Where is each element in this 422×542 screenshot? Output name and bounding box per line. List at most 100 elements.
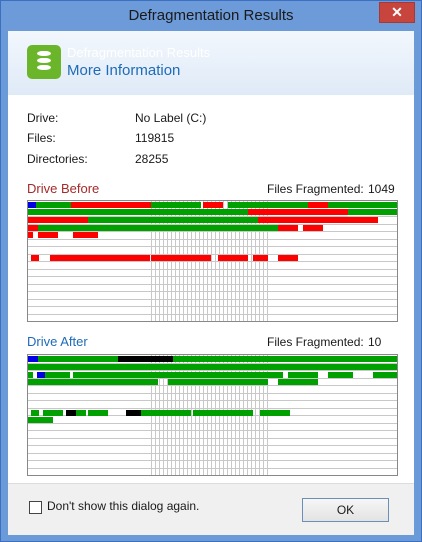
cluster-block [318, 209, 348, 215]
database-disk-icon [27, 45, 61, 79]
map-grid-line [28, 291, 397, 292]
cluster-block [28, 356, 38, 362]
map-grid-line [28, 385, 397, 386]
cluster-block [218, 255, 248, 261]
cluster-block [28, 364, 397, 370]
cluster-block [203, 202, 223, 208]
cluster-block [328, 372, 353, 378]
cluster-block [88, 410, 108, 416]
cluster-block [148, 209, 248, 215]
cluster-block [328, 217, 378, 223]
map-grid-line [28, 407, 397, 409]
window-title: Defragmentation Results [128, 7, 294, 24]
header-title: More Information [67, 62, 181, 79]
cluster-block [88, 217, 148, 223]
cluster-block [348, 209, 397, 215]
map-grid-line [28, 276, 397, 277]
map-grid-line [28, 437, 397, 439]
dialog-footer: Don't show this dialog again. OK [8, 483, 414, 535]
cluster-block [153, 372, 283, 378]
map-grid-line [28, 246, 397, 247]
cluster-block [28, 232, 33, 238]
before-frag-value: 1049 [368, 182, 395, 196]
map-grid-line [28, 422, 397, 424]
map-grid-line [28, 392, 397, 394]
cluster-block [73, 372, 153, 378]
map-grid-line [28, 306, 397, 307]
cluster-block [71, 202, 151, 208]
cluster-block [36, 202, 71, 208]
files-value: 119815 [135, 131, 175, 145]
files-label: Files: [27, 131, 56, 145]
dont-show-label[interactable]: Don't show this dialog again. [47, 499, 199, 513]
cluster-block [260, 410, 290, 416]
cluster-block [38, 225, 138, 231]
drive-after-map [27, 354, 398, 476]
cluster-block [38, 356, 58, 362]
cluster-block [193, 410, 253, 416]
cluster-block [151, 255, 211, 261]
cluster-block [248, 209, 268, 215]
map-grid-line [28, 400, 397, 401]
cluster-block [308, 202, 328, 208]
cluster-block [268, 209, 318, 215]
map-grid-line [28, 370, 397, 371]
drive-label: Drive: [27, 111, 59, 125]
cluster-block [37, 372, 45, 378]
map-grid-line [28, 261, 397, 262]
directories-value: 28255 [135, 152, 169, 166]
map-grid-line [28, 268, 397, 270]
cluster-block [373, 372, 397, 378]
close-button[interactable]: ✕ [379, 2, 415, 23]
cluster-block [28, 217, 88, 223]
cluster-block [28, 209, 148, 215]
dialog-content: Defragmentation Results More Information… [8, 31, 414, 535]
cluster-block [173, 356, 397, 362]
dont-show-checkbox[interactable] [29, 501, 42, 514]
map-grid-line [28, 313, 397, 315]
cluster-block [66, 410, 76, 416]
cluster-block [278, 379, 318, 385]
cluster-block [28, 372, 33, 378]
cluster-block [228, 202, 308, 208]
cluster-block [258, 217, 298, 223]
before-frag-label: Files Fragmented: [267, 182, 364, 196]
cluster-block [73, 232, 98, 238]
drive-before-title: Drive Before [27, 181, 100, 196]
cluster-block [28, 379, 158, 385]
cluster-block [328, 202, 397, 208]
ok-button[interactable]: OK [302, 498, 389, 522]
cluster-block [288, 372, 318, 378]
cluster-block [45, 372, 70, 378]
map-grid-line [28, 452, 397, 454]
title-bar: Defragmentation Results ✕ [1, 1, 421, 31]
cluster-block [168, 379, 268, 385]
cluster-block [138, 225, 278, 231]
map-grid-line [28, 445, 397, 446]
map-grid-line [28, 467, 397, 469]
cluster-block [31, 410, 39, 416]
map-grid-line [28, 321, 397, 322]
cluster-block [28, 417, 53, 423]
cluster-block [126, 410, 141, 416]
drive-after-title: Drive After [27, 334, 88, 349]
cluster-block [278, 255, 298, 261]
cluster-block [28, 225, 38, 231]
after-frag-value: 10 [368, 335, 382, 349]
cluster-block [76, 410, 86, 416]
cluster-block [141, 410, 191, 416]
cluster-block [50, 255, 150, 261]
dialog-window: Defragmentation Results ✕ Defragmentatio… [0, 0, 422, 542]
header-band: Defragmentation Results More Information [8, 31, 414, 95]
map-grid-line [28, 430, 397, 431]
cluster-block [303, 225, 323, 231]
map-grid-line [28, 298, 397, 300]
map-grid-line [28, 238, 397, 240]
header-subtitle: Defragmentation Results [67, 45, 211, 60]
cluster-block [38, 232, 58, 238]
cluster-block [148, 217, 258, 223]
cluster-block [31, 255, 39, 261]
cluster-block [43, 410, 63, 416]
cluster-block [58, 356, 118, 362]
map-grid-line [28, 283, 397, 285]
